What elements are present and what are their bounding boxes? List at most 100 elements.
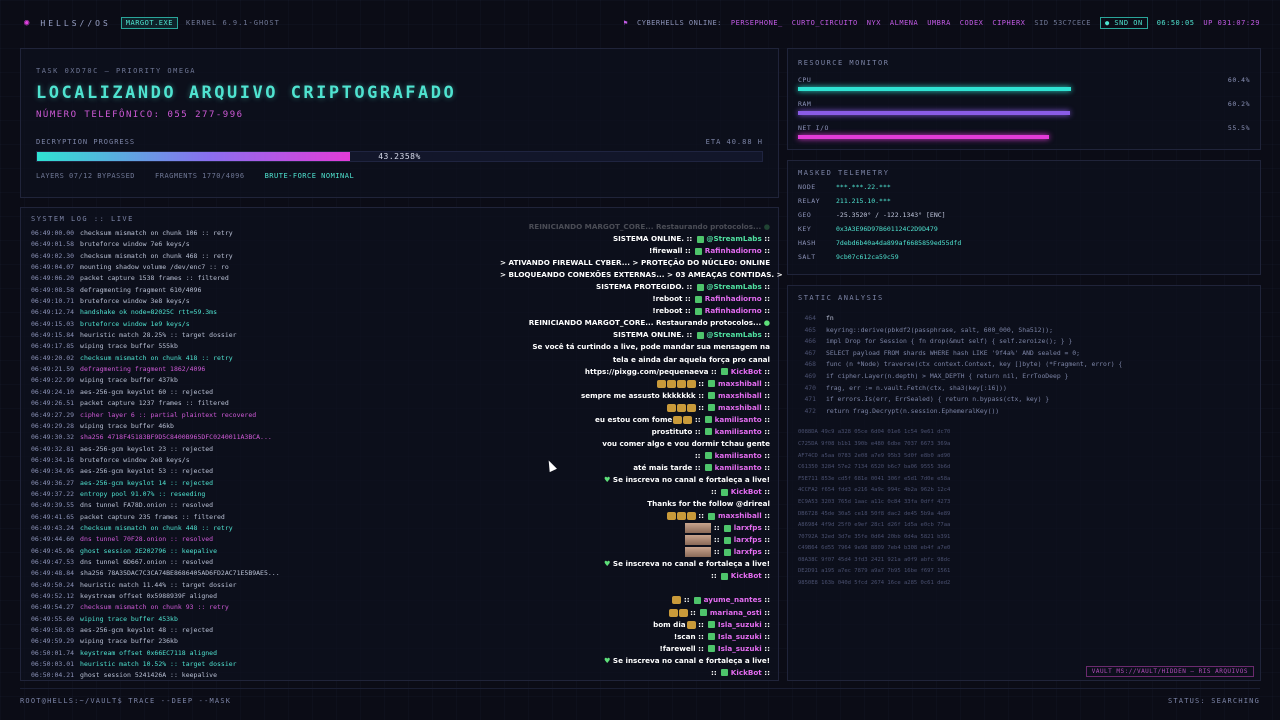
- moderator-badge-icon: [705, 452, 713, 460]
- static-analysis-panel: STATIC ANALYSIS 464 fn 465 keyring::derive(…: [787, 285, 1261, 681]
- telemetry-row: SALT 9cb07c612ca59c59: [798, 253, 1250, 261]
- code-listing: 464 fn 465 keyring::derive(pbkdf2(passphras…: [798, 313, 1250, 417]
- emote-icon: [686, 512, 696, 521]
- chat-username: kamilisanto: [714, 426, 762, 436]
- chat-message: Se inscreva no canal e fortaleça a live!: [612, 655, 770, 665]
- chat-line: REINICIANDO MARGOT_CORE... Restaurando p…: [500, 317, 770, 329]
- chat-username: KickBot: [730, 366, 762, 376]
- moderator-badge-icon: [708, 512, 716, 520]
- terminal-prompt[interactable]: ROOT@HELLS:~/VAULT$ TRACE --DEEP --MASK: [20, 697, 231, 705]
- resource-label: NET I/O: [798, 124, 829, 132]
- log-timestamp: 06:49:30.32: [31, 433, 75, 442]
- hex-row: 70792A 32ed 3d7e 35fe 0d64 20bb 0d4a 582…: [798, 533, 951, 540]
- chat-line: ♥ Se inscreva no canal e fortaleça a liv…: [500, 558, 770, 570]
- chat-line: SISTEMA PROTEGIDO. :: @StreamLabs ::: [500, 281, 770, 293]
- chat-line: !reboot :: Rafinhadiorno ::: [500, 293, 770, 305]
- online-user: PERSEPHONE_: [730, 19, 783, 27]
- online-user: NYX: [866, 19, 881, 27]
- chat-separator: ::: [681, 595, 693, 605]
- log-timestamp: 06:49:32.81: [31, 444, 75, 453]
- chat-separator: ::: [711, 523, 723, 533]
- uptime: UP 031:07:29: [1203, 19, 1260, 27]
- code-line: 471 if errors.Is(err, ErrSealed) { return…: [798, 394, 1250, 406]
- heart-icon: ♥: [603, 559, 613, 569]
- chat-message: SISTEMA ONLINE.: [612, 234, 685, 244]
- log-timestamp: 06:49:54.27: [31, 603, 75, 612]
- chat-username: Rafinhadiorno: [704, 306, 762, 316]
- line-number: 467: [804, 348, 816, 357]
- chat-line: :: maxshiball ::: [500, 510, 770, 522]
- chat-line: vou comer algo e vou dormir tchau gente: [500, 438, 770, 450]
- chat-separator: ::: [711, 667, 720, 677]
- resource-labels: RAM 60.2%: [798, 100, 1250, 108]
- emote-icon: [686, 403, 696, 412]
- chat-username: larxfps: [733, 523, 762, 533]
- log-timestamp: 06:49:58.03: [31, 626, 75, 635]
- chat-line: > ATIVANDO FIREWALL CYBER... > PROTEÇÃO …: [500, 257, 770, 269]
- chat-separator: ::: [682, 306, 694, 316]
- chat-message: !firewall: [649, 246, 683, 256]
- moderator-badge-icon: [696, 235, 704, 243]
- chat-line: ♥ Se inscreva no canal e fortaleça a liv…: [500, 474, 770, 486]
- vault-path[interactable]: VAULT MS://VAULT/HIDDEN — RIS ARQUIVOS: [1085, 666, 1254, 677]
- line-number: 468: [804, 360, 816, 369]
- log-timestamp: 06:49:45.96: [31, 546, 75, 555]
- line-text: SELECT payload FROM shards WHERE hash LI…: [826, 348, 1080, 357]
- telemetry-value: 211.215.10.***: [836, 197, 891, 205]
- chat-username: KickBot: [730, 487, 762, 497]
- log-message: checksum mismatch on chunk 106 :: retry: [80, 229, 233, 237]
- telemetry-key: NODE: [798, 183, 816, 191]
- line-number: 471: [804, 395, 816, 404]
- chat-line: :: ayume_nantes ::: [500, 594, 770, 606]
- log-timestamp: 06:49:43.24: [31, 523, 75, 532]
- task-headline: LOCALIZANDO ARQUIVO CRIPTOGRAFADO: [36, 83, 457, 103]
- chat-end: ::: [761, 535, 770, 545]
- emote-icon: [673, 415, 683, 424]
- photo-emote-icon: [685, 523, 712, 534]
- footer: ROOT@HELLS:~/VAULT$ TRACE --DEEP --MASK …: [20, 688, 1260, 712]
- process-badge: MARGOT.EXE: [120, 17, 178, 29]
- log-timestamp: 06:49:08.58: [31, 285, 75, 294]
- line-number: 470: [804, 383, 816, 392]
- online-users: ⚑ CYBERHELLS ONLINE: PERSEPHONE_ CURTO_C…: [623, 17, 1260, 29]
- chat-username: Isla_suzuki: [717, 631, 762, 641]
- task-panel: TASK 0XD70C — PRIORITY OMEGA LOCALIZANDO…: [20, 48, 779, 198]
- telemetry-value: 7debd6b40a4da899af6685859ed55dfd: [836, 239, 962, 247]
- line-text: return frag.Decrypt(n.session.EphemeralK…: [826, 406, 1000, 415]
- telemetry-value: 9cb07c612ca59c59: [836, 253, 899, 261]
- log-message: heuristic match 11.44% :: target dossier: [80, 580, 237, 589]
- resource-row: NET I/O 55.5%: [798, 124, 1250, 139]
- chat-end: ::: [761, 450, 770, 460]
- log-timestamp: 06:49:10.71: [31, 297, 75, 306]
- online-user: CURTO_CIRCUITO: [791, 19, 858, 27]
- log-timestamp: 06:49:22.99: [31, 376, 75, 385]
- chat-separator: ::: [692, 462, 704, 472]
- phone-number: NÚMERO TELEFÔNICO: 055 277-996: [36, 110, 244, 120]
- chat-end: ::: [761, 306, 770, 316]
- emote-icon: [678, 608, 688, 617]
- log-message: packet capture 1237 frames :: filtered: [80, 399, 229, 408]
- log-message: aes-256-gcm keyslot 14 :: rejected: [80, 478, 214, 487]
- chat-separator: ::: [711, 547, 723, 557]
- chat-message: até mais tarde: [633, 462, 693, 472]
- log-message: wiping trace buffer 46kb: [80, 421, 174, 430]
- line-number: 465: [804, 325, 816, 334]
- chat-username: KickBot: [730, 571, 762, 581]
- sound-toggle[interactable]: ● SND ON: [1099, 17, 1148, 29]
- code-line: 465 keyring::derive(pbkdf2(passphrase, sa…: [798, 325, 1250, 337]
- chat-message: tela e ainda dar aquela força pro canal: [612, 354, 770, 364]
- line-number: 469: [804, 371, 816, 380]
- hex-row: DE2D91 a195 a7ec 7879 a9a7 7b95 16be f69…: [798, 568, 951, 575]
- progress-percent: 43.2358%: [378, 152, 421, 161]
- telemetry-key: GEO: [798, 211, 812, 219]
- chat-end: ::: [761, 282, 770, 292]
- telemetry-panel: MASKED TELEMETRY NODE ***.***.22.*** RELAY…: [787, 160, 1261, 275]
- chat-end: ::: [761, 234, 770, 244]
- chat-line: [500, 582, 770, 594]
- telemetry-key: HASH: [798, 239, 816, 247]
- chat-separator: ::: [708, 366, 720, 376]
- chat-message: > ATIVANDO FIREWALL CYBER... > PROTEÇÃO …: [500, 258, 771, 268]
- chat-username: mariana_osti: [709, 607, 762, 617]
- log-timestamp: 06:49:34.95: [31, 467, 75, 476]
- hex-row: C725DA 9f08 b1b1 390b e480 6dbe 7037 667…: [798, 440, 951, 447]
